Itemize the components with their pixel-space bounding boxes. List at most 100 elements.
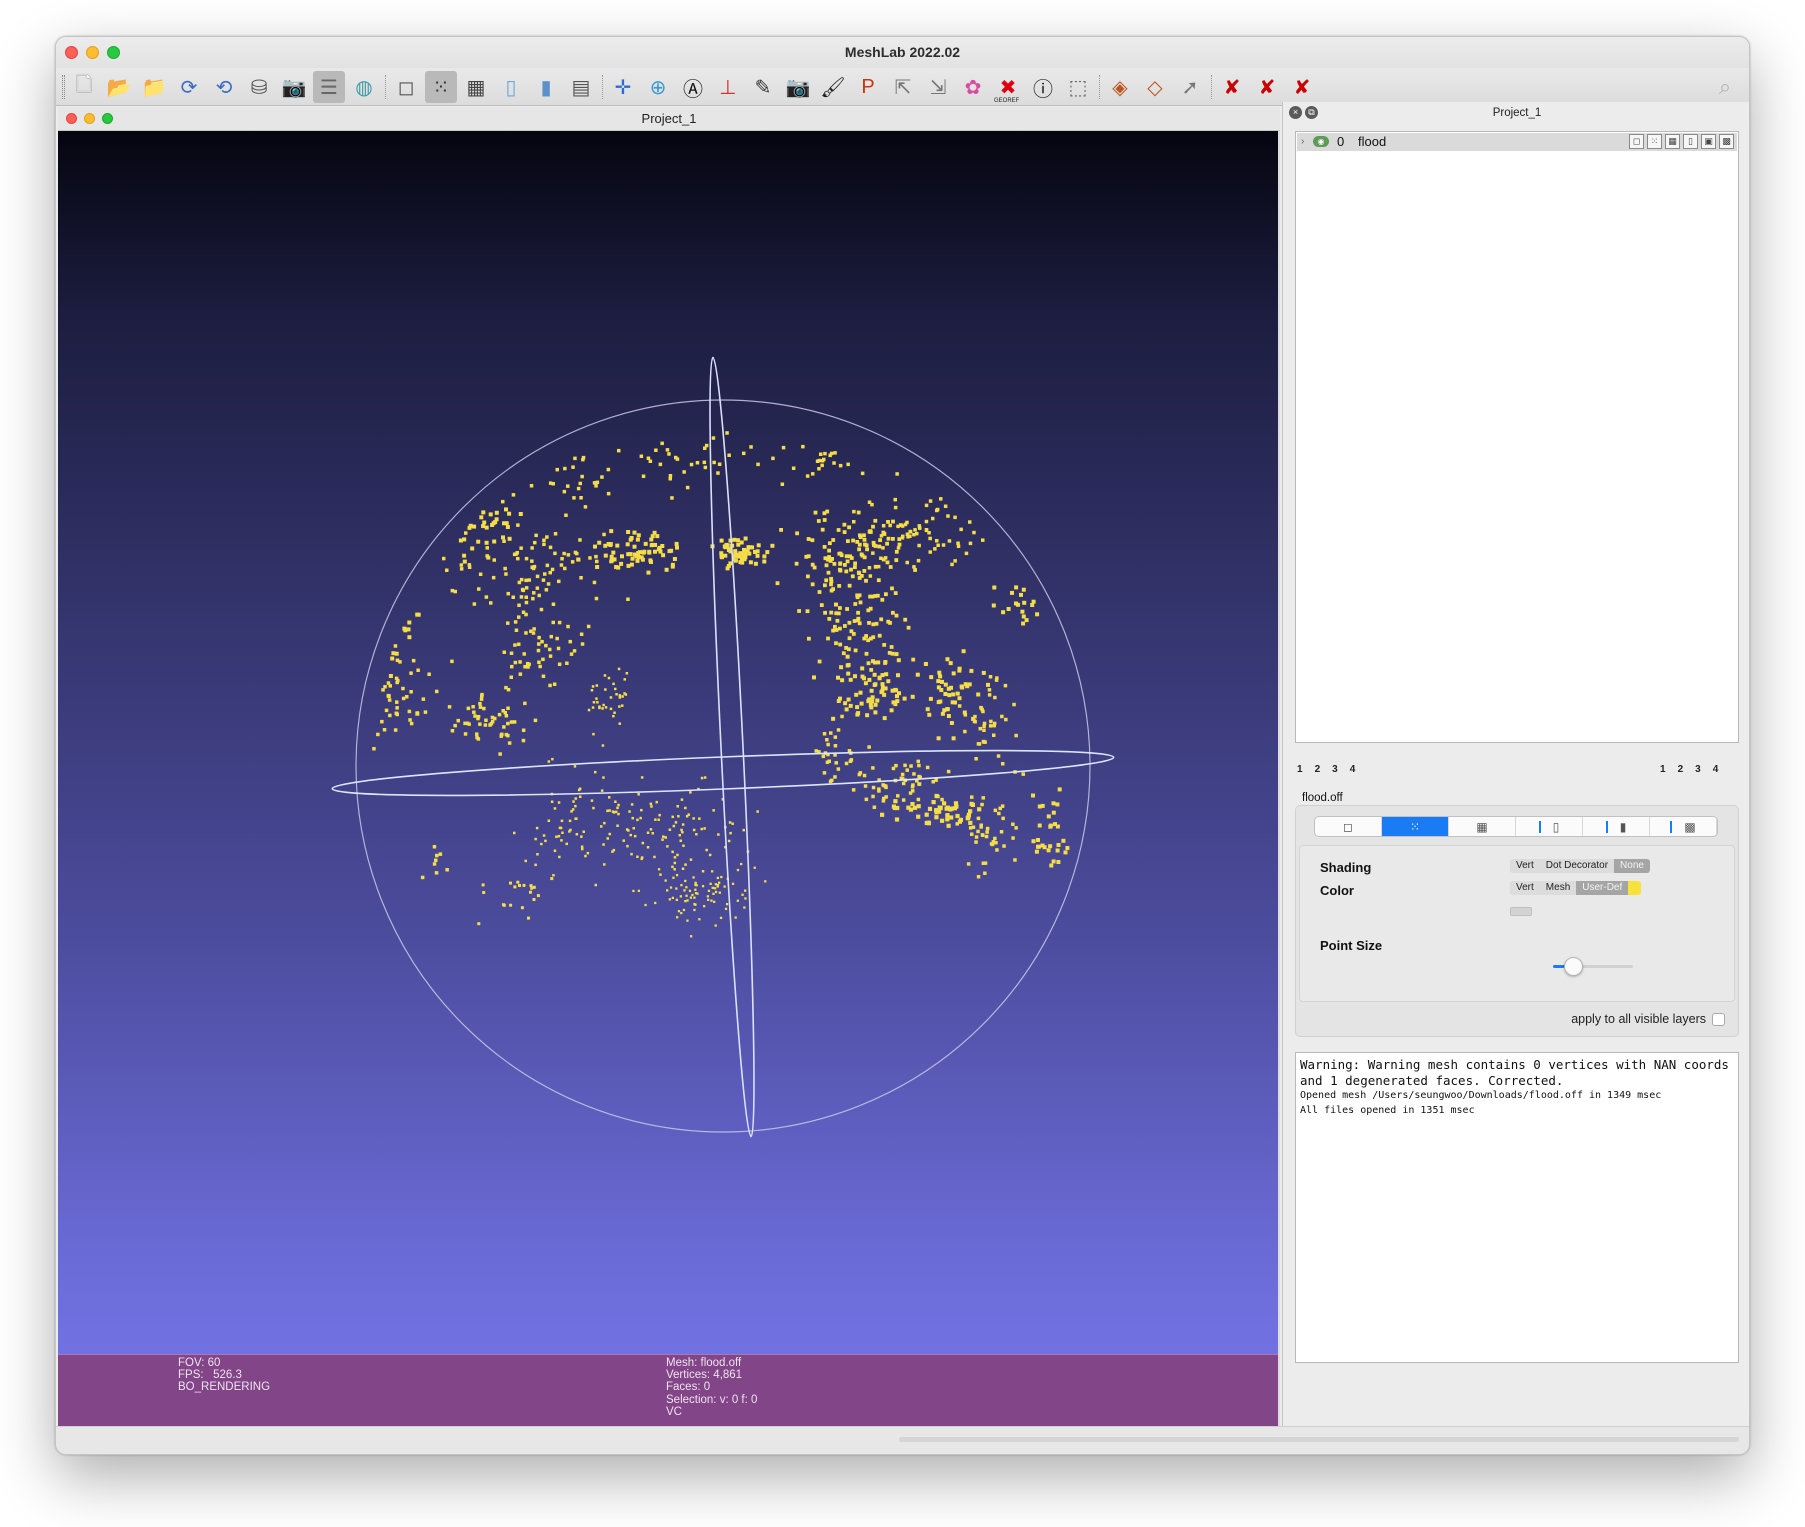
minimize-subwindow-button[interactable] — [84, 113, 95, 124]
layer-row[interactable]: › ◉ 0 flood ◻ ⁙ ▦ ▯ ▣ ▩ — [1297, 133, 1737, 151]
layer-render-mode-icon[interactable]: ◻ — [1629, 134, 1644, 149]
mesh-point — [857, 542, 862, 547]
apply-all-row[interactable]: apply to all visible layers — [1571, 1012, 1725, 1026]
user-color-swatch[interactable] — [1628, 881, 1642, 895]
layer-render-mode-icon[interactable]: ▦ — [1665, 134, 1680, 149]
measure-icon[interactable]: Ⓐ — [677, 71, 709, 103]
visibility-eye-icon[interactable]: ◉ — [1313, 136, 1329, 147]
page-number-button[interactable]: 1 — [1297, 764, 1303, 775]
zoom-subwindow-button[interactable] — [102, 113, 113, 124]
zoom-window-button[interactable] — [107, 46, 120, 59]
render-mode-tab[interactable]: ▦ — [1449, 817, 1516, 836]
points-render-icon[interactable]: ⁙ — [425, 71, 457, 103]
raster-layer-icon[interactable]: ◍ — [348, 71, 380, 103]
select-vertices-icon[interactable]: ⇱ — [887, 71, 919, 103]
delete-both-icon[interactable]: ✘ — [1286, 71, 1318, 103]
mesh-point — [639, 555, 644, 560]
layer-dialog-icon[interactable]: ☰ — [313, 71, 345, 103]
select-area-icon[interactable]: ◈ — [1104, 71, 1136, 103]
select-arrow-icon[interactable]: ➚ — [1174, 71, 1206, 103]
wireframe-render-icon[interactable]: ▦ — [460, 71, 492, 103]
axes-icon[interactable]: ⊥ — [712, 71, 744, 103]
search-icon[interactable]: ⌕ — [1709, 71, 1741, 103]
mesh-point — [916, 804, 921, 809]
snapshot-icon[interactable]: 📷 — [278, 71, 310, 103]
flat-render-icon[interactable]: ▮ — [530, 71, 562, 103]
delete-faces-icon[interactable]: ✘ — [1251, 71, 1283, 103]
color-reset-button[interactable] — [1510, 907, 1532, 916]
smooth-render-icon[interactable]: ▯ — [495, 71, 527, 103]
render-mode-tab[interactable]: ◻ — [1315, 817, 1382, 836]
shading-option[interactable]: None — [1614, 859, 1650, 873]
axis-align-icon[interactable]: ✛ — [607, 71, 639, 103]
trackball-icon[interactable]: ⊕ — [642, 71, 674, 103]
dock-title: Project_1 — [1492, 107, 1542, 119]
page-number-button[interactable]: 3 — [1332, 764, 1338, 775]
select-faces-icon[interactable]: ⬚ — [1062, 71, 1094, 103]
color-option[interactable]: Mesh — [1539, 881, 1577, 895]
status-scrollbar[interactable] — [899, 1437, 1739, 1442]
pickpoints-icon[interactable]: P — [852, 71, 884, 103]
mesh-point — [994, 678, 999, 682]
3d-canvas[interactable]: FOV: 60 FPS: 526.3 BO_RENDERING Mesh: floo… — [58, 131, 1278, 1428]
minimize-window-button[interactable] — [86, 46, 99, 59]
layer-render-mode-icon[interactable]: ▯ — [1683, 134, 1698, 149]
dock-float-icon[interactable]: ⧉ — [1305, 106, 1318, 119]
expand-chevron-icon[interactable]: › — [1301, 133, 1304, 151]
render-mode-tab[interactable]: ▮ — [1583, 817, 1650, 836]
sample-mesh-icon[interactable]: ✿ — [957, 71, 989, 103]
page-number-button[interactable]: 4 — [1350, 764, 1356, 775]
toolbar-grip[interactable] — [62, 75, 65, 99]
mesh-point — [680, 884, 683, 887]
layer-render-mode-icon[interactable]: ⁙ — [1647, 134, 1662, 149]
mesh-point — [514, 552, 518, 556]
paint-align-icon[interactable]: ✎ — [747, 71, 779, 103]
page-number-button[interactable]: 2 — [1678, 764, 1684, 775]
mesh-point — [566, 484, 570, 488]
page-number-button[interactable]: 2 — [1315, 764, 1321, 775]
log-panel[interactable]: Warning: Warning mesh contains 0 vertice… — [1295, 1052, 1739, 1363]
mesh-point — [814, 749, 818, 753]
georef-icon[interactable]: ✖ GEOREF — [992, 71, 1024, 105]
reload-icon[interactable]: ⟳ — [173, 71, 205, 103]
open-project-icon[interactable]: 📂 — [103, 71, 135, 103]
render-mode-tab[interactable]: ⁙ — [1382, 817, 1449, 836]
point-size-knob[interactable] — [1564, 957, 1583, 976]
color-option[interactable]: Vert — [1510, 881, 1540, 895]
paint-brush-icon[interactable]: 🖌 — [817, 71, 849, 103]
mesh-point — [912, 772, 916, 776]
close-subwindow-button[interactable] — [66, 113, 77, 124]
point-cloud-globe[interactable] — [58, 131, 1278, 1428]
layer-list[interactable]: › ◉ 0 flood ◻ ⁙ ▦ ▯ ▣ ▩ — [1295, 131, 1739, 743]
bbox-render-icon[interactable]: ◻ — [390, 71, 422, 103]
select-deselect-icon[interactable]: ◇ — [1139, 71, 1171, 103]
dock-close-icon[interactable]: × — [1289, 106, 1302, 119]
layer-render-mode-icon[interactable]: ▩ — [1719, 134, 1734, 149]
render-mode-tab[interactable]: ▯ — [1516, 817, 1583, 836]
color-option[interactable]: User-Def — [1576, 881, 1629, 895]
mesh-point — [712, 809, 715, 812]
delete-vertices-icon[interactable]: ✘ — [1216, 71, 1248, 103]
apply-all-checkbox[interactable] — [1712, 1012, 1725, 1026]
new-project-icon[interactable]: 🗋 — [68, 71, 100, 103]
shading-option[interactable]: Vert — [1510, 859, 1540, 873]
render-mode-tab[interactable]: ▩ — [1650, 817, 1717, 836]
page-number-button[interactable]: 3 — [1695, 764, 1701, 775]
import-mesh-icon[interactable]: 📁 — [138, 71, 170, 103]
page-number-button[interactable]: 4 — [1713, 764, 1719, 775]
mesh-point — [742, 828, 745, 832]
show-layers-icon[interactable]: ▤ — [565, 71, 597, 103]
info-icon[interactable]: ⓘ — [1027, 71, 1059, 103]
raster-align-icon[interactable]: 📷 — [782, 71, 814, 103]
mesh-point — [883, 686, 888, 691]
mesh-point — [872, 683, 877, 687]
mesh-point — [731, 822, 734, 825]
mesh-point — [401, 686, 405, 691]
page-number-button[interactable]: 1 — [1660, 764, 1666, 775]
layer-render-mode-icon[interactable]: ▣ — [1701, 134, 1716, 149]
export-mesh-icon[interactable]: ⛁ — [243, 71, 275, 103]
shading-option[interactable]: Dot Decorator — [1539, 859, 1615, 873]
select-connected-icon[interactable]: ⇲ — [922, 71, 954, 103]
reload-all-icon[interactable]: ⟲ — [208, 71, 240, 103]
close-window-button[interactable] — [65, 46, 78, 59]
